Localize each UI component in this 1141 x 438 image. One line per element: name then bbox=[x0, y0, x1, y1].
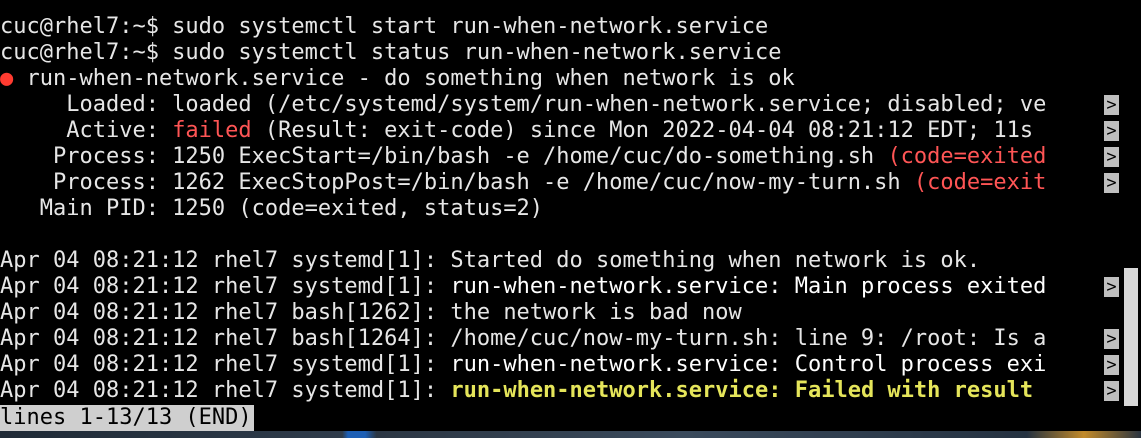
terminal-line: Loaded: loaded (/etc/systemd/system/run-… bbox=[0, 92, 1141, 118]
scrollbar-thumb[interactable] bbox=[1124, 268, 1138, 406]
terminal-line: Apr 04 08:21:12 rhel7 bash[1264]: /home/… bbox=[0, 326, 1141, 352]
terminal-text: run-when-network.service: Control proces… bbox=[450, 352, 1047, 377]
terminal-line: Apr 04 08:21:12 rhel7 systemd[1]: run-wh… bbox=[0, 378, 1141, 404]
terminal-text: Apr 04 08:21:12 rhel7 systemd[1]: bbox=[0, 378, 451, 403]
terminal-text: run-when-network.service: Failed with re… bbox=[450, 378, 1047, 403]
terminal-line: Process: 1262 ExecStopPost=/bin/bash -e … bbox=[0, 170, 1141, 196]
terminal-line: cuc@rhel7:~$ sudo systemctl start run-wh… bbox=[0, 14, 1141, 40]
terminal-line: Active: failed (Result: exit-code) since… bbox=[0, 118, 1141, 144]
truncation-marker: > bbox=[1104, 147, 1119, 167]
truncation-marker: > bbox=[1104, 277, 1119, 297]
pager-status-line: lines 1-13/13 (END) bbox=[0, 405, 254, 431]
terminal-line: cuc@rhel7:~$ sudo systemctl status run-w… bbox=[0, 40, 1141, 66]
terminal-text: Apr 04 08:21:12 rhel7 bash[1264]: /home/… bbox=[0, 326, 1047, 351]
terminal-line: Apr 04 08:21:12 rhel7 bash[1262]: the ne… bbox=[0, 300, 1141, 326]
terminal-text: (code=exit bbox=[913, 170, 1047, 195]
terminal-line: Apr 04 08:21:12 rhel7 systemd[1]: run-wh… bbox=[0, 274, 1141, 300]
truncation-marker: > bbox=[1104, 95, 1119, 115]
terminal-text: Main PID: 1250 (code=exited, status=2) bbox=[0, 196, 544, 221]
terminal-text: Apr 04 08:21:12 rhel7 systemd[1]: Starte… bbox=[0, 248, 981, 273]
terminal-text: (code=exited bbox=[887, 144, 1047, 169]
terminal-text: Active: bbox=[0, 118, 173, 143]
terminal-line: Main PID: 1250 (code=exited, status=2) bbox=[0, 196, 1141, 222]
truncation-marker: > bbox=[1104, 381, 1119, 401]
terminal-text: Process: 1262 ExecStopPost=/bin/bash -e … bbox=[0, 170, 914, 195]
failed-dot-icon: ● bbox=[0, 66, 14, 91]
truncation-marker: > bbox=[1104, 121, 1119, 141]
terminal-text: failed bbox=[172, 118, 252, 143]
terminal-text: Process: 1250 ExecStart=/bin/bash -e /ho… bbox=[0, 144, 888, 169]
terminal-text: cuc@rhel7:~$ sudo systemctl start run-wh… bbox=[0, 14, 769, 39]
terminal-window[interactable]: cuc@rhel7:~$ sudo systemctl start run-wh… bbox=[0, 0, 1141, 438]
truncation-marker: > bbox=[1104, 329, 1119, 349]
terminal-line: ● run-when-network.service - do somethin… bbox=[0, 66, 1141, 92]
terminal-text: run-when-network.service: Main process e… bbox=[450, 274, 1047, 299]
terminal-line: Apr 04 08:21:12 rhel7 systemd[1]: run-wh… bbox=[0, 352, 1141, 378]
terminal-text: Loaded: loaded (/etc/systemd/system/run-… bbox=[0, 92, 1047, 117]
terminal-text: cuc@rhel7:~$ sudo systemctl status run-w… bbox=[0, 40, 782, 65]
terminal-line: Process: 1250 ExecStart=/bin/bash -e /ho… bbox=[0, 144, 1141, 170]
terminal-text: Apr 04 08:21:12 rhel7 systemd[1]: bbox=[0, 352, 451, 377]
terminal-text: Apr 04 08:21:12 rhel7 bash[1262]: the ne… bbox=[0, 300, 742, 325]
terminal-text: (Result: exit-code) since Mon 2022-04-04… bbox=[251, 118, 1047, 143]
truncation-marker: > bbox=[1104, 355, 1119, 375]
truncation-marker: > bbox=[1104, 173, 1119, 193]
terminal-line: Apr 04 08:21:12 rhel7 systemd[1]: Starte… bbox=[0, 248, 1141, 274]
taskbar-strip bbox=[0, 431, 1141, 438]
terminal-text: run-when-network.service - do something … bbox=[13, 66, 795, 91]
terminal-text: Apr 04 08:21:12 rhel7 systemd[1]: bbox=[0, 274, 451, 299]
